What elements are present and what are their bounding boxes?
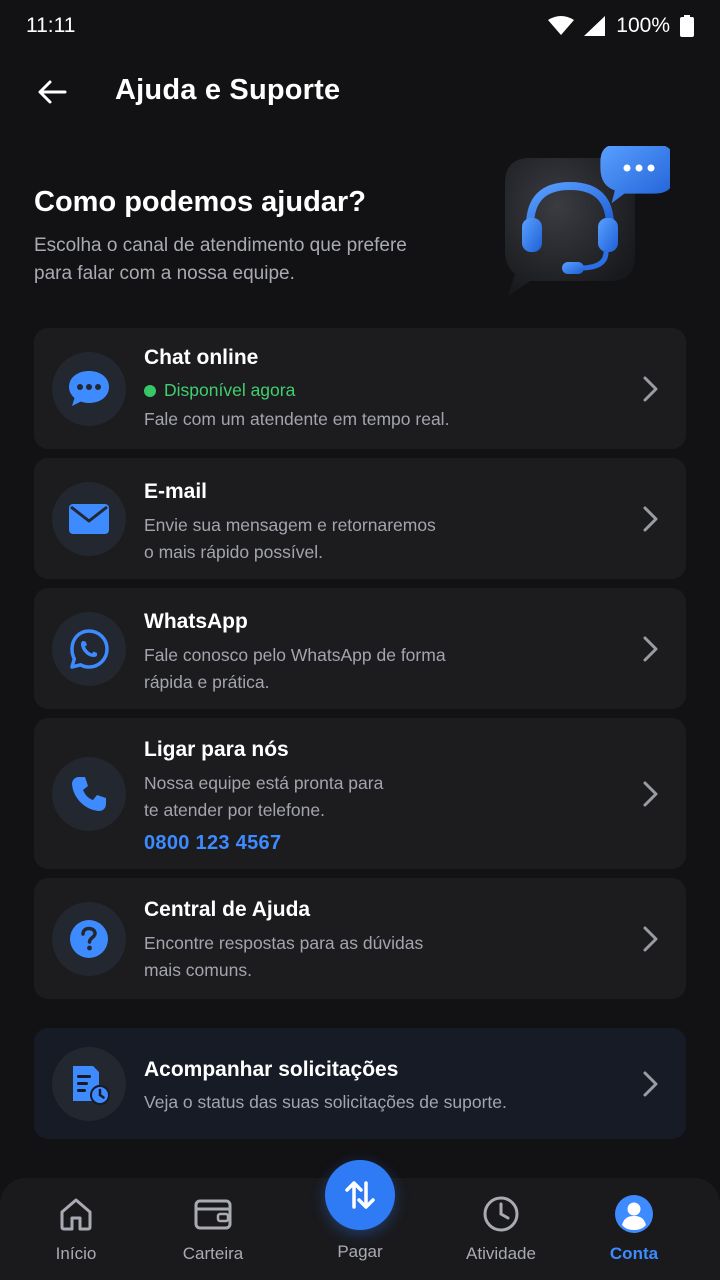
track-requests-desc: Veja o status das suas solicitações de s… <box>144 1092 507 1112</box>
chevron-right-icon <box>643 506 658 532</box>
availability-text: Disponível agora <box>164 380 296 400</box>
user-icon <box>614 1194 654 1234</box>
nav-label-account: Conta <box>609 1244 659 1263</box>
track-requests-card[interactable]: Acompanhar solicitações Veja o status da… <box>34 1028 686 1139</box>
arrow-left-icon <box>38 80 67 104</box>
whatsapp-icon-circle <box>52 612 126 686</box>
chat-icon-circle <box>52 352 126 426</box>
home-icon <box>56 1194 96 1234</box>
hero-subtitle: Escolha o canal de atendimento que prefe… <box>34 235 407 284</box>
status-dot-icon <box>144 384 156 397</box>
chat-online-desc: Fale com um atendente em tempo real. <box>144 409 450 429</box>
email-desc-line-1: Envie sua mensagem e retornaremos <box>144 515 436 535</box>
app-bar: Ajuda e Suporte <box>0 58 720 124</box>
whatsapp-card[interactable]: WhatsApp Fale conosco pelo WhatsApp de f… <box>34 588 686 709</box>
chat-online-card[interactable]: Chat online Disponível agora Fale com um… <box>34 328 686 449</box>
chat-online-title: Chat online <box>144 346 259 369</box>
nav-item-home[interactable]: Início <box>16 1178 136 1280</box>
status-bar: 11:11 100% <box>0 0 720 52</box>
whatsapp-title: WhatsApp <box>144 610 248 633</box>
battery-icon <box>680 15 694 37</box>
pay-button[interactable] <box>325 1160 395 1230</box>
nav-label-home: Início <box>55 1244 97 1263</box>
help-center-desc-line-2: mais comuns. <box>144 960 252 980</box>
chevron-right-icon <box>643 376 658 402</box>
email-icon-circle <box>52 482 126 556</box>
availability-status: Disponível agora <box>144 380 295 401</box>
chevron-right-icon <box>643 636 658 662</box>
chevron-right-icon <box>643 781 658 807</box>
hero-section: Como podemos ajudar? Escolha o canal de … <box>34 146 686 310</box>
chat-bubble-icon <box>69 371 109 406</box>
battery-percent: 100% <box>616 14 670 37</box>
nav-item-activity[interactable]: Atividade <box>441 1178 561 1280</box>
status-icons: 100% <box>548 14 694 38</box>
email-desc-line-2: o mais rápido possível. <box>144 542 323 562</box>
signal-icon <box>584 16 606 36</box>
track-requests-title: Acompanhar solicitações <box>144 1058 399 1081</box>
clock-icon <box>481 1194 521 1234</box>
help-center-desc-line-1: Encontre respostas para as dúvidas <box>144 933 424 953</box>
whatsapp-desc-line-2: rápida e prática. <box>144 672 270 692</box>
chevron-right-icon <box>643 926 658 952</box>
wifi-icon <box>548 16 575 35</box>
phone-icon <box>72 777 106 811</box>
chevron-right-icon <box>643 1071 658 1097</box>
phone-title: Ligar para nós <box>144 738 289 761</box>
page-title: Ajuda e Suporte <box>115 74 341 106</box>
track-icon-circle <box>52 1047 126 1121</box>
hero-title: Como podemos ajudar? <box>34 186 366 218</box>
wallet-icon <box>193 1194 233 1234</box>
envelope-icon <box>69 504 109 534</box>
nav-item-account[interactable]: Conta <box>574 1178 694 1280</box>
phone-desc-line-1: Nossa equipe está pronta para <box>144 773 384 793</box>
email-card[interactable]: E-mail Envie sua mensagem e retornaremos… <box>34 458 686 579</box>
help-center-card[interactable]: Central de Ajuda Encontre respostas para… <box>34 878 686 999</box>
back-button[interactable] <box>30 72 74 112</box>
nav-item-wallet[interactable]: Carteira <box>153 1178 273 1280</box>
email-title: E-mail <box>144 480 208 503</box>
document-clock-icon <box>73 1066 110 1105</box>
phone-number-link[interactable]: 0800 123 4567 <box>144 832 281 855</box>
nav-label-wallet: Carteira <box>182 1244 244 1263</box>
phone-desc-line-2: te atender por telefone. <box>144 800 325 820</box>
phone-card[interactable]: Ligar para nós Nossa equipe está pronta … <box>34 718 686 869</box>
support-headset-illustration <box>505 146 670 296</box>
whatsapp-desc-line-1: Fale conosco pelo WhatsApp de forma <box>144 645 446 665</box>
whatsapp-icon <box>70 629 109 669</box>
phone-icon-circle <box>52 757 126 831</box>
nav-label-pay: Pagar <box>337 1242 383 1261</box>
help-center-title: Central de Ajuda <box>144 898 311 921</box>
question-circle-icon <box>70 920 108 958</box>
transfer-arrows-icon <box>345 1181 375 1209</box>
status-time: 11:11 <box>26 14 76 37</box>
help-icon-circle <box>52 902 126 976</box>
nav-label-activity: Atividade <box>466 1244 536 1263</box>
